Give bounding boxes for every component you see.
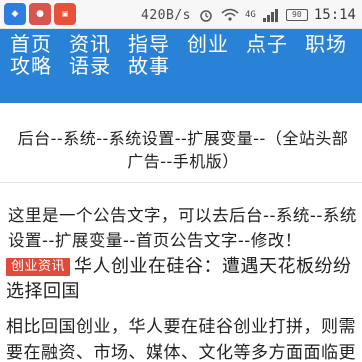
nav-item-startup[interactable]: 创业 (187, 33, 239, 55)
category-tag[interactable]: 创业资讯 (6, 258, 71, 276)
battery-icon: 90 (285, 9, 308, 21)
nav-item-home[interactable]: 首页 (10, 33, 62, 55)
nav-item-tips[interactable]: 攻略 (10, 55, 62, 77)
status-app-icons: ◆ ● ▣ (4, 3, 76, 25)
header-ad-text[interactable]: 后台--系统--系统设置--扩展变量--（全站头部广告--手机版） (16, 127, 350, 173)
nav-item-quotes[interactable]: 语录 (69, 55, 121, 77)
network-speed: 420B/s (141, 7, 191, 23)
status-bar: ◆ ● ▣ 420B/s 4G 90 15:14 (0, 0, 362, 29)
top-nav: 首页 资讯 指导 创业 点子 职场 攻略 语录 故事 (0, 29, 362, 103)
divider (0, 182, 362, 183)
article-headline[interactable]: 创业资讯 华人创业在硅谷：遭遇天花板纷纷选择回国 (6, 254, 358, 304)
nav-item-news[interactable]: 资讯 (69, 33, 121, 55)
network-type: 4G (245, 10, 256, 20)
wifi-icon (221, 8, 239, 21)
app-notification-icon: ● (29, 3, 51, 25)
signal-icon (262, 9, 278, 22)
article-excerpt: 相比回国创业，华人要在硅谷创业打拼，则需要在融资、市场、媒体、文化等多方面面临更 (6, 317, 356, 362)
status-indicators: 420B/s 4G 90 15:14 (141, 4, 356, 26)
nav-menu: 首页 资讯 指导 创业 点子 职场 攻略 语录 故事 (10, 33, 358, 77)
app-notification-icon: ▣ (54, 3, 76, 25)
nav-item-ideas[interactable]: 点子 (246, 33, 298, 55)
announcement-text: 这里是一个公告文字，可以去后台--系统--系统设置--扩展变量--首页公告文字-… (8, 206, 357, 250)
clock: 15:14 (313, 7, 356, 23)
nav-item-guide[interactable]: 指导 (128, 33, 180, 55)
nav-item-career[interactable]: 职场 (305, 33, 357, 55)
alarm-icon (200, 10, 212, 22)
nav-item-stories[interactable]: 故事 (128, 55, 180, 77)
app-notification-icon: ◆ (4, 3, 26, 25)
